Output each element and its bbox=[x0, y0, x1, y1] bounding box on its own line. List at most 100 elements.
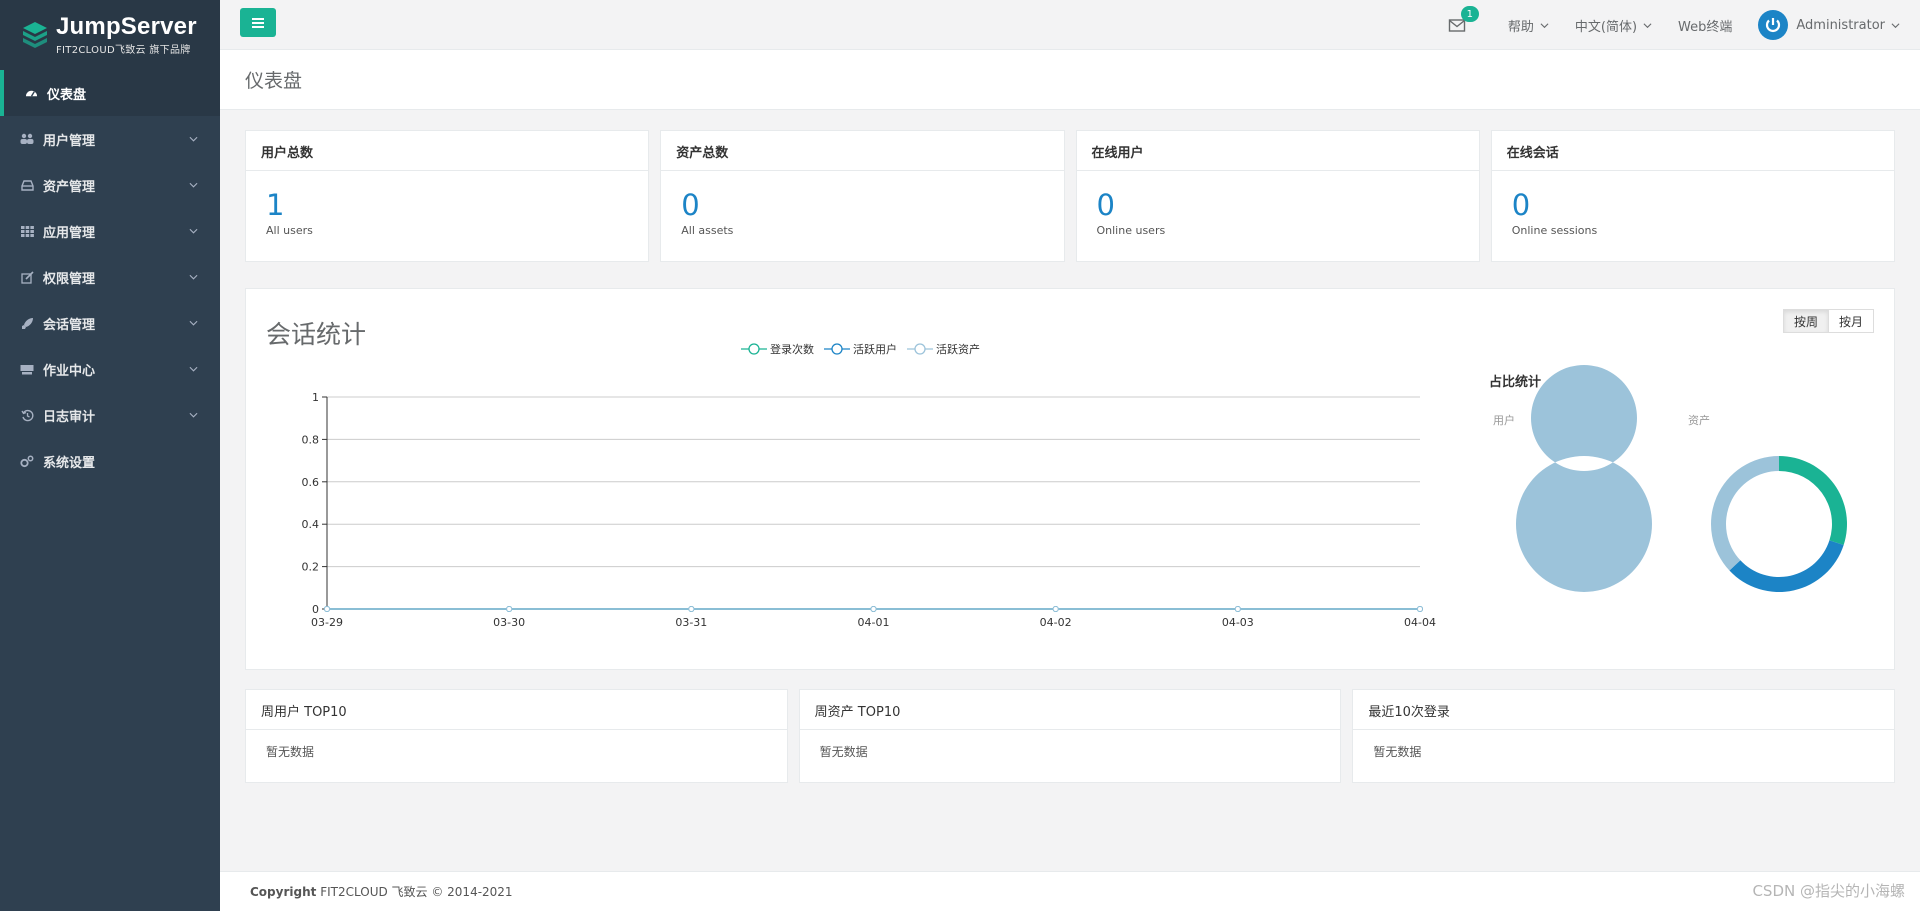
legend-marker-icon bbox=[741, 343, 767, 355]
avatar bbox=[1758, 10, 1789, 40]
sidebar-item-label: 作业中心 bbox=[43, 363, 96, 379]
chevron-down-icon bbox=[189, 136, 198, 142]
stat-value[interactable]: 0 bbox=[1097, 189, 1459, 221]
language-dropdown[interactable]: 中文(简体) bbox=[1575, 16, 1652, 35]
username-label: Administrator bbox=[1796, 17, 1885, 33]
data-point bbox=[688, 606, 695, 612]
sidebar-item-permissions[interactable]: 权限管理 bbox=[0, 254, 220, 300]
stat-card-online-users: 在线用户 0 Online users bbox=[1075, 130, 1480, 262]
panel-title: 周资产 TOP10 bbox=[799, 690, 1341, 730]
sidebar-item-audit[interactable]: 日志审计 bbox=[0, 392, 220, 438]
legend-marker-icon bbox=[824, 343, 850, 355]
data-point bbox=[1234, 606, 1241, 612]
web-terminal-link[interactable]: Web终端 bbox=[1678, 16, 1732, 35]
sidebar-item-applications[interactable]: 应用管理 bbox=[0, 208, 220, 254]
sidebar-item-label: 应用管理 bbox=[43, 225, 96, 241]
sidebar-item-label: 用户管理 bbox=[43, 133, 96, 149]
empty-text: 暂无数据 bbox=[266, 745, 315, 759]
recent-logins: 最近10次登录 暂无数据 bbox=[1352, 689, 1896, 783]
stat-title: 用户总数 bbox=[246, 131, 649, 171]
data-point bbox=[1417, 606, 1423, 612]
gears-icon bbox=[20, 454, 34, 468]
chart-legend: 登录次数 活跃用户 活跃资产 bbox=[741, 341, 980, 357]
footer: Copyright FIT2CLOUD 飞致云 © 2014-2021 CSDN… bbox=[220, 871, 1920, 911]
sidebar-toggle-button[interactable] bbox=[240, 8, 276, 37]
sidebar-item-dashboard[interactable]: 仪表盘 bbox=[0, 70, 220, 116]
donut-asset-label: 资产 bbox=[1688, 414, 1710, 427]
chevron-down-icon bbox=[189, 228, 198, 234]
sidebar-item-assets[interactable]: 资产管理 bbox=[0, 162, 220, 208]
legend-item[interactable]: 登录次数 bbox=[741, 341, 814, 357]
empty-text: 暂无数据 bbox=[1373, 745, 1422, 759]
x-tick-label: 04-03 bbox=[1222, 616, 1254, 629]
session-line-chart: 0 0.2 0.4 0.6 0.8 1 03-29 03-30 03-31 04-01 04-02 0… bbox=[302, 365, 1848, 629]
period-month-button[interactable]: 按月 bbox=[1828, 309, 1874, 333]
dashboard-icon bbox=[24, 86, 38, 100]
chevron-down-icon bbox=[189, 182, 198, 188]
topbar: 1 帮助 中文(简体) Web终端 Administrator bbox=[220, 0, 1920, 50]
brand[interactable]: JumpServer FIT2CLOUD飞致云 旗下品牌 bbox=[0, 0, 220, 70]
sidebar-item-settings[interactable]: 系统设置 bbox=[0, 438, 220, 484]
stat-value[interactable]: 1 bbox=[266, 189, 628, 221]
legend-item[interactable]: 活跃用户 bbox=[824, 341, 897, 357]
message-count-badge: 1 bbox=[1460, 6, 1479, 22]
sidebar-item-label: 资产管理 bbox=[43, 179, 96, 195]
weekly-users-top10: 周用户 TOP10 暂无数据 bbox=[245, 689, 788, 783]
chevron-down-icon bbox=[1643, 22, 1652, 28]
brand-subtitle: FIT2CLOUD飞致云 旗下品牌 bbox=[56, 44, 191, 56]
page-title: 仪表盘 bbox=[245, 70, 303, 92]
power-icon bbox=[1766, 18, 1781, 32]
legend-label: 登录次数 bbox=[770, 343, 814, 356]
stat-label: Online sessions bbox=[1511, 224, 1598, 237]
x-tick-label: 03-30 bbox=[493, 616, 525, 629]
stat-card-assets: 资产总数 0 All assets bbox=[660, 130, 1065, 262]
stat-label: All users bbox=[266, 224, 313, 237]
envelope-icon: 1 bbox=[1448, 6, 1479, 35]
period-week-button[interactable]: 按周 bbox=[1782, 309, 1829, 333]
stat-value[interactable]: 0 bbox=[1512, 189, 1874, 221]
sidebar-item-jobs[interactable]: 作业中心 bbox=[0, 346, 220, 392]
data-point bbox=[1052, 606, 1059, 612]
watermark: CSDN @指尖的小海螺 bbox=[1752, 882, 1905, 900]
sidebar-item-users[interactable]: 用户管理 bbox=[0, 116, 220, 162]
y-tick-label: 0.4 bbox=[302, 518, 320, 531]
y-tick-label: 0.2 bbox=[302, 561, 320, 574]
session-stats-panel: 0 0.2 0.4 0.6 0.8 1 03-29 03-30 03-31 04-01 04-02 0… bbox=[245, 288, 1895, 670]
y-tick-label: 1 bbox=[312, 391, 319, 404]
bottom-row: 周用户 TOP10 暂无数据 周资产 TOP10 暂无数据 最近10次登录 暂无… bbox=[245, 689, 1896, 783]
donut-user-label: 用户 bbox=[1493, 414, 1515, 427]
chevron-down-icon bbox=[189, 274, 198, 280]
copyright-label: Copyright bbox=[250, 885, 317, 899]
stat-title: 在线会话 bbox=[1491, 131, 1894, 171]
stats-row: 用户总数 1 All users 资产总数 0 All assets 在线用户 … bbox=[245, 130, 1895, 262]
legend-label: 活跃用户 bbox=[853, 343, 897, 356]
menu-icon bbox=[252, 17, 264, 28]
x-tick-label: 03-31 bbox=[675, 616, 707, 629]
donut-asset-slice bbox=[1729, 540, 1844, 592]
language-label: 中文(简体) bbox=[1574, 19, 1638, 35]
y-tick-label: 0.6 bbox=[302, 476, 320, 489]
grid-icon bbox=[20, 224, 34, 238]
stat-label: All assets bbox=[681, 224, 734, 237]
brand-name: JumpServer bbox=[56, 12, 197, 40]
legend-marker-icon bbox=[907, 343, 933, 355]
legend-item[interactable]: 活跃资产 bbox=[907, 341, 980, 357]
period-toggle: 按周 按月 bbox=[1782, 309, 1874, 333]
x-tick-label: 04-02 bbox=[1040, 616, 1072, 629]
donut-user-slice bbox=[1515, 365, 1652, 592]
user-dropdown[interactable]: Administrator bbox=[1758, 10, 1900, 40]
messages-button[interactable]: 1 bbox=[1448, 6, 1479, 35]
sidebar: JumpServer FIT2CLOUD飞致云 旗下品牌 仪表盘 用户管理 资产… bbox=[0, 0, 220, 911]
rocket-icon bbox=[20, 316, 34, 330]
legend-label: 活跃资产 bbox=[936, 343, 980, 356]
stat-title: 资产总数 bbox=[661, 131, 1064, 171]
y-tick-label: 0 bbox=[312, 603, 319, 616]
inbox-icon bbox=[20, 178, 34, 192]
help-dropdown[interactable]: 帮助 bbox=[1508, 16, 1549, 35]
sidebar-item-label: 系统设置 bbox=[43, 455, 96, 471]
panel-title: 最近10次登录 bbox=[1353, 690, 1895, 730]
sidebar-item-sessions[interactable]: 会话管理 bbox=[0, 300, 220, 346]
stat-value[interactable]: 0 bbox=[681, 189, 1043, 221]
sidebar-item-label: 仪表盘 bbox=[47, 87, 87, 103]
chevron-down-icon bbox=[1891, 22, 1900, 28]
